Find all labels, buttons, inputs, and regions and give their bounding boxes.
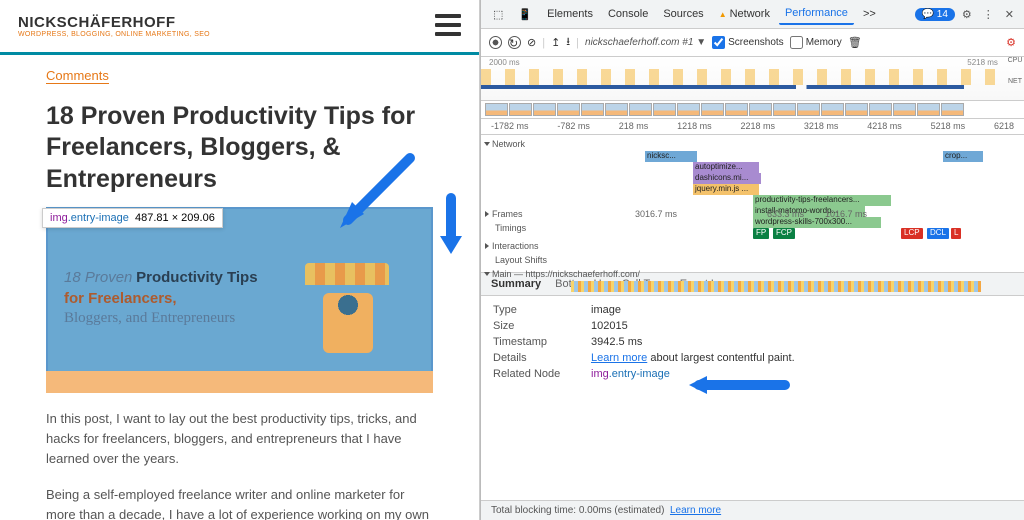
- logo-tagline: WORDPRESS, BLOGGING, ONLINE MARKETING, S…: [18, 31, 210, 38]
- site-logo[interactable]: NICKSCHÄFERHOFF WORDPRESS, BLOGGING, ONL…: [18, 14, 210, 38]
- tab-performance[interactable]: Performance: [779, 3, 854, 25]
- section-network[interactable]: Network: [492, 139, 572, 149]
- settings-icon[interactable]: ⚙: [958, 6, 976, 23]
- flame-chart[interactable]: Network nicksc... crop... autoptimize...da…: [481, 135, 1024, 273]
- footer-learn-more[interactable]: Learn more: [670, 505, 721, 516]
- tab-network[interactable]: Network: [713, 4, 776, 24]
- timing-marker-fp[interactable]: FP: [753, 228, 769, 239]
- network-bar[interactable]: jquery.min.js ...: [693, 184, 759, 195]
- tab-console[interactable]: Console: [602, 4, 654, 24]
- screenshot-strip[interactable]: [481, 101, 1024, 119]
- network-bar[interactable]: dashicons.mi...: [693, 173, 761, 184]
- recording-select[interactable]: nickschaeferhoff.com #1 ▼: [585, 37, 706, 48]
- timing-marker-l[interactable]: L: [951, 228, 961, 239]
- summary-pane: Typeimage Size102015 Timestamp3942.5 ms …: [481, 296, 1024, 500]
- comments-link[interactable]: Comments: [46, 68, 109, 84]
- trash-icon[interactable]: 🗑: [848, 36, 862, 49]
- site-header: NICKSCHÄFERHOFF WORDPRESS, BLOGGING, ONL…: [0, 0, 479, 55]
- inspect-icon[interactable]: ⬚: [487, 4, 509, 25]
- close-icon[interactable]: ✕: [1001, 6, 1018, 23]
- clear-icon[interactable]: ⊘: [527, 36, 536, 49]
- inspect-tooltip: img.entry-image 487.81 × 209.06: [42, 208, 223, 228]
- logo-title: NICKSCHÄFERHOFF: [18, 14, 210, 31]
- timing-marker-fcp[interactable]: FCP: [773, 228, 795, 239]
- page-preview: NICKSCHÄFERHOFF WORDPRESS, BLOGGING, ONL…: [0, 0, 480, 520]
- section-frames[interactable]: Frames: [492, 209, 572, 219]
- network-bar[interactable]: autoptimize...: [693, 162, 759, 173]
- section-timings[interactable]: Timings: [495, 223, 575, 233]
- hero-illustration: [287, 263, 407, 363]
- hero-text: 18 Proven Productivity Tips for Freelanc…: [64, 269, 258, 327]
- download-icon[interactable]: ⭳: [566, 33, 570, 52]
- reload-record-icon[interactable]: ↻: [508, 36, 521, 49]
- learn-more-link[interactable]: Learn more: [591, 352, 647, 364]
- capture-settings-icon[interactable]: ⚙: [1006, 36, 1016, 49]
- tab-elements[interactable]: Elements: [541, 4, 599, 24]
- overview-strip[interactable]: 2000 ms5218 ms CPUNET: [481, 57, 1024, 101]
- screenshots-checkbox[interactable]: Screenshots: [712, 36, 784, 49]
- network-bar[interactable]: nicksc...: [645, 151, 697, 162]
- footer-status: Total blocking time: 0.00ms (estimated) …: [481, 500, 1024, 520]
- network-bar[interactable]: crop...: [943, 151, 983, 162]
- entry-image[interactable]: 18 Proven Productivity Tips for Freelanc…: [46, 207, 433, 393]
- article-para-1: In this post, I want to lay out the best…: [46, 409, 433, 469]
- menu-icon[interactable]: [435, 14, 461, 36]
- record-icon[interactable]: [489, 36, 502, 49]
- issues-badge[interactable]: 💬 14: [915, 8, 955, 21]
- more-icon[interactable]: ⋮: [979, 6, 998, 23]
- tabs-more[interactable]: >>: [857, 4, 882, 24]
- timing-marker-lcp[interactable]: LCP: [901, 228, 923, 239]
- timing-marker-dcl[interactable]: DCL: [927, 228, 949, 239]
- article-para-2: Being a self-employed freelance writer a…: [46, 485, 433, 520]
- devtools-tabbar: ⬚ 📱 Elements Console Sources Network Per…: [481, 0, 1024, 29]
- related-node[interactable]: img.entry-image: [591, 368, 670, 380]
- article-title: 18 Proven Productivity Tips for Freelanc…: [46, 101, 433, 195]
- memory-checkbox[interactable]: Memory: [790, 36, 842, 49]
- tab-sources[interactable]: Sources: [657, 4, 709, 24]
- network-bar[interactable]: productivity-tips-freelancers...: [753, 195, 891, 206]
- device-icon[interactable]: 📱: [512, 4, 538, 25]
- section-interactions[interactable]: Interactions: [492, 241, 572, 251]
- time-ruler[interactable]: -1782 ms-782 ms218 ms1218 ms2218 ms3218 …: [481, 119, 1024, 135]
- breadcrumb: Comments: [0, 55, 479, 89]
- section-main[interactable]: Main — https://nickschaeferhoff.com/: [492, 269, 640, 279]
- devtools-panel: ⬚ 📱 Elements Console Sources Network Per…: [480, 0, 1024, 520]
- upload-icon[interactable]: ↥: [551, 36, 560, 49]
- section-layout-shifts[interactable]: Layout Shifts: [495, 255, 575, 265]
- perf-toolbar: ↻ ⊘ | ↥ ⭳ | nickschaeferhoff.com #1 ▼ Sc…: [481, 29, 1024, 57]
